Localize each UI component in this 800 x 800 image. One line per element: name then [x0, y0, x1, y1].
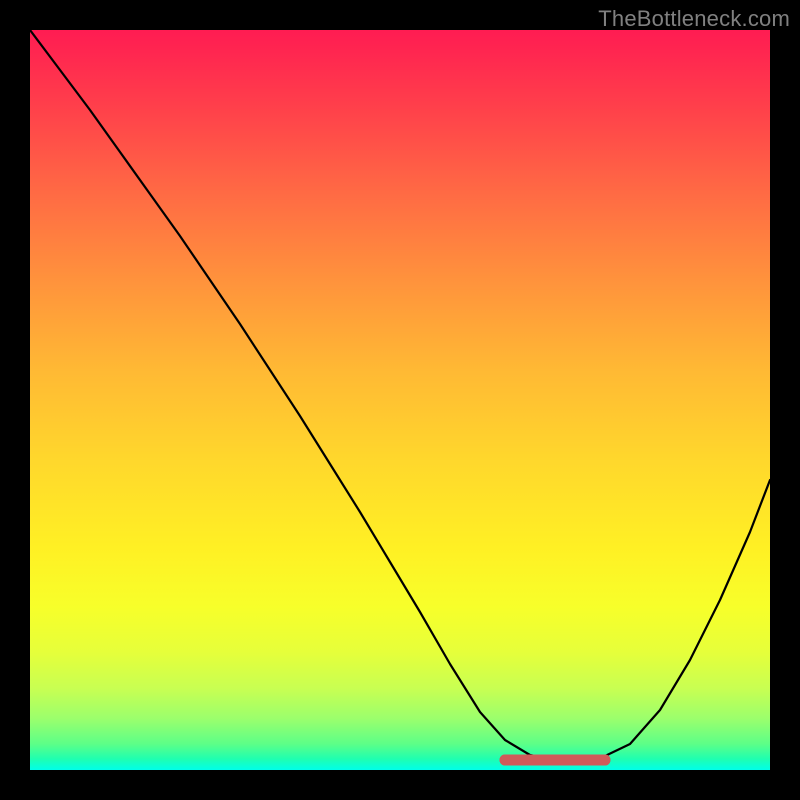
curve-svg	[30, 30, 770, 770]
chart-frame: TheBottleneck.com	[0, 0, 800, 800]
watermark-text: TheBottleneck.com	[598, 6, 790, 32]
highlight-dot-right	[600, 755, 611, 766]
curve-path	[30, 30, 770, 760]
highlight-dot-left	[500, 755, 511, 766]
plot-area	[30, 30, 770, 770]
